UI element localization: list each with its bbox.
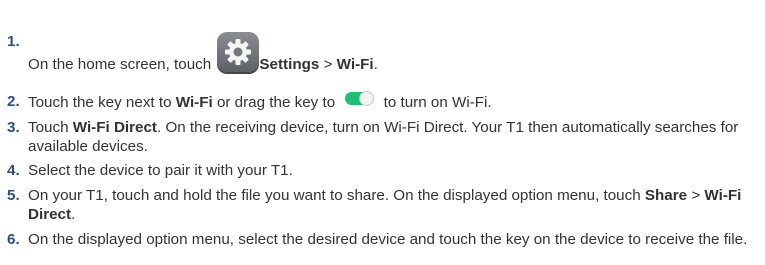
- period: .: [71, 206, 76, 223]
- step-text: On the home screen, touch: [28, 56, 216, 73]
- step-text: Touch the key next to: [28, 94, 176, 111]
- share-label: Share: [644, 187, 688, 204]
- wifi-label: Wi-Fi: [336, 56, 374, 73]
- step-3: 3. Touch Wi-Fi Direct. On the receiving d…: [7, 118, 762, 156]
- toggle-switch-on-icon: [345, 91, 375, 106]
- instruction-steps: 1. On the home screen, touch Settings > W…: [7, 0, 762, 249]
- step-4: 4. Select the device to pair it with your…: [7, 161, 762, 180]
- step-text: to turn on Wi-Fi.: [379, 94, 492, 111]
- step-number: 5.: [7, 187, 20, 204]
- separator: >: [319, 56, 337, 73]
- step-6: 6. On the displayed option menu, select t…: [7, 230, 762, 249]
- step-5: 5. On your T1, touch and hold the file yo…: [7, 186, 762, 224]
- step-1: 1. On the home screen, touch Settings > W…: [7, 32, 762, 74]
- step-number: 6.: [7, 231, 20, 248]
- wifi-direct-label: Wi-Fi Direct: [72, 119, 157, 136]
- step-text: or drag the key to: [212, 94, 340, 111]
- step-text: On the displayed option menu, select the…: [28, 231, 748, 248]
- period: .: [373, 56, 378, 73]
- step-2: 2. Touch the key next to Wi-Fi or drag th…: [7, 91, 762, 112]
- step-number: 1.: [7, 33, 20, 50]
- step-text: Touch: [28, 119, 73, 136]
- step-number: 3.: [7, 119, 20, 136]
- settings-gear-icon: [217, 32, 260, 74]
- step-number: 4.: [7, 162, 20, 179]
- step-text: Select the device to pair it with your T…: [28, 162, 293, 179]
- step-text: On your T1, touch and hold the file you …: [28, 187, 645, 204]
- wifi-label: Wi-Fi: [175, 94, 213, 111]
- settings-label: Settings: [259, 56, 320, 73]
- separator: >: [687, 187, 705, 204]
- step-number: 2.: [7, 93, 20, 110]
